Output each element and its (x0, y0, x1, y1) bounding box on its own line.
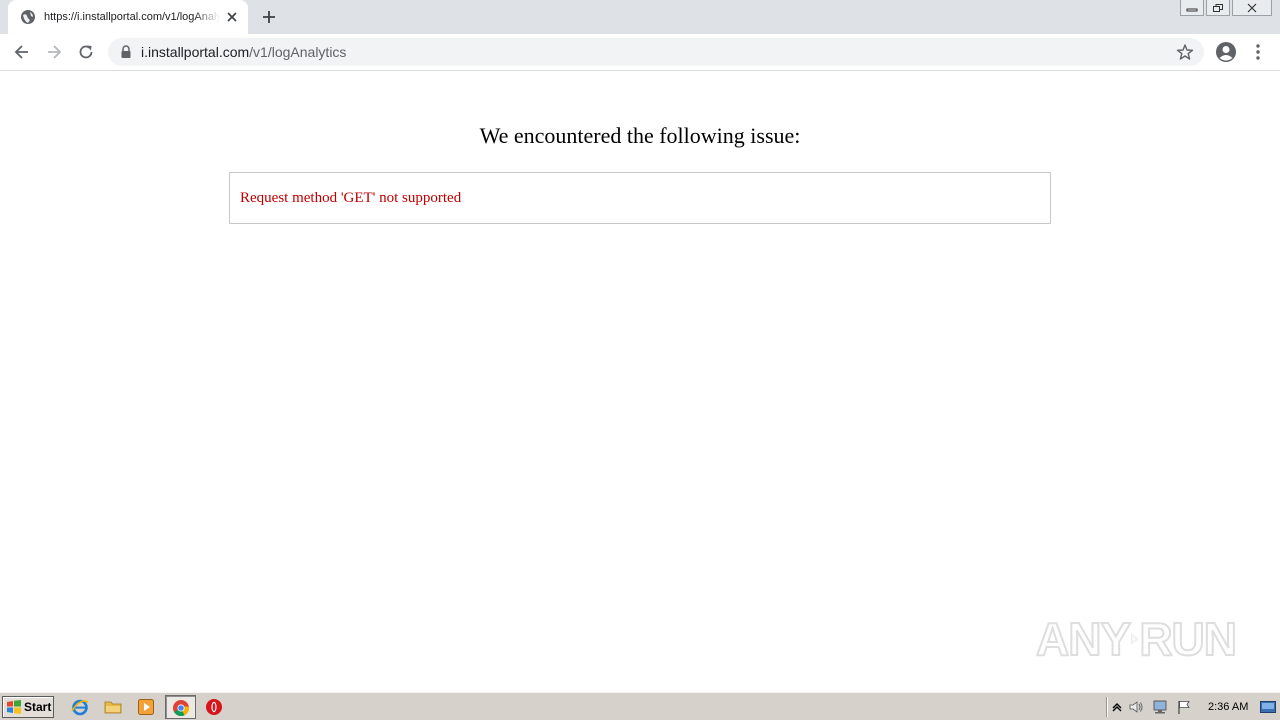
tab-title: https://i.installportal.com/v1/logAnalyt… (44, 11, 220, 23)
chrome-taskbar-button[interactable] (165, 695, 196, 719)
show-desktop-icon[interactable] (1260, 701, 1276, 713)
address-bar[interactable]: i.installportal.com/v1/logAnalytics (108, 38, 1204, 66)
tray-expand-icon[interactable] (1109, 699, 1125, 715)
minimize-icon (1186, 8, 1198, 11)
forward-arrow-icon[interactable] (44, 42, 64, 62)
play-logo-icon (1131, 634, 1139, 644)
clock[interactable]: 2:36 AM (1208, 701, 1248, 713)
media-player-icon[interactable] (137, 698, 155, 716)
minimize-button[interactable] (1180, 0, 1204, 16)
back-arrow-icon[interactable] (12, 42, 32, 62)
error-message: Request method 'GET' not supported (240, 190, 462, 206)
volume-icon[interactable] (1128, 699, 1144, 715)
taskbar: Start 2:36 AM (0, 692, 1280, 720)
restore-icon (1213, 3, 1223, 12)
browser-toolbar: i.installportal.com/v1/logAnalytics (0, 34, 1280, 71)
start-button[interactable]: Start (2, 696, 54, 718)
start-label: Start (24, 700, 52, 714)
close-tab-icon[interactable] (224, 9, 240, 25)
globe-icon (21, 10, 35, 24)
error-box: Request method 'GET' not supported (229, 172, 1051, 224)
browser-tab[interactable]: https://i.installportal.com/v1/logAnalyt… (8, 0, 248, 34)
url-text[interactable]: i.installportal.com/v1/logAnalytics (141, 45, 346, 59)
bookmark-star-icon[interactable] (1176, 43, 1194, 61)
windows-logo-icon (7, 700, 21, 714)
internet-explorer-icon[interactable] (71, 698, 89, 716)
kebab-menu-icon[interactable] (1252, 43, 1264, 61)
anyrun-watermark: ANY RUN (1035, 605, 1238, 673)
profile-avatar-icon[interactable] (1215, 41, 1237, 63)
url-path: /v1/logAnalytics (249, 44, 347, 60)
watermark-text-right: RUN (1138, 612, 1238, 666)
chrome-icon (173, 700, 190, 716)
network-icon[interactable] (1152, 699, 1168, 715)
watermark-text-left: ANY (1035, 612, 1132, 666)
action-center-flag-icon[interactable] (1176, 699, 1192, 715)
lock-icon[interactable] (120, 45, 132, 59)
reload-icon[interactable] (76, 42, 96, 62)
close-window-button[interactable] (1232, 0, 1272, 16)
page-heading: We encountered the following issue: (479, 123, 801, 148)
tab-strip: https://i.installportal.com/v1/logAnalyt… (0, 0, 1280, 34)
tray-separator (1106, 697, 1108, 717)
file-explorer-icon[interactable] (104, 698, 122, 716)
new-tab-icon[interactable] (260, 8, 278, 26)
close-window-icon (1247, 3, 1257, 12)
url-host: i.installportal.com (141, 44, 250, 60)
opera-icon[interactable] (205, 698, 223, 716)
restore-button[interactable] (1206, 0, 1230, 16)
window-controls (1180, 0, 1272, 16)
